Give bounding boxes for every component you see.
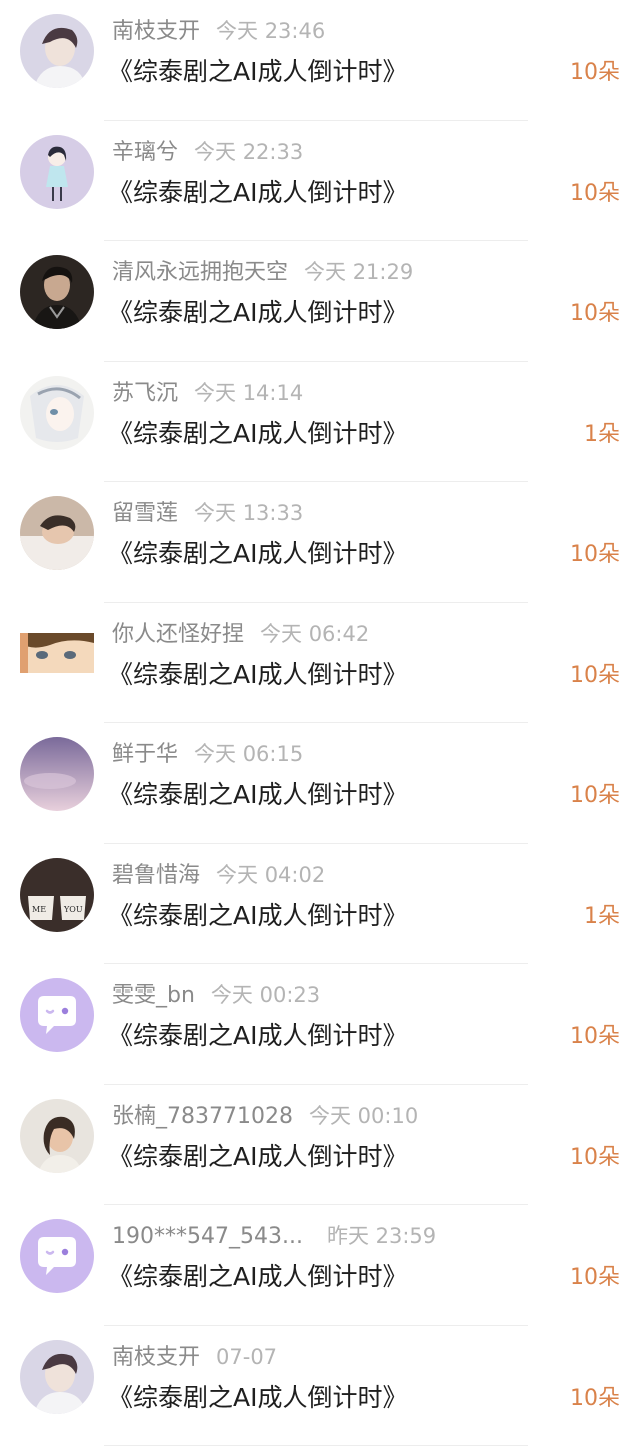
book-title[interactable]: 《综泰剧之AI成人倒计时》 — [108, 54, 407, 90]
timestamp: 今天 06:15 — [194, 742, 303, 766]
list-item[interactable]: 190***547_543... 昨天 23:59 《综泰剧之AI成人倒计时》 1… — [0, 1205, 640, 1326]
timestamp: 今天 22:33 — [194, 140, 303, 164]
gift-count: 10朵 — [570, 177, 620, 211]
user-name[interactable]: 南枝支开 — [112, 1345, 200, 1370]
timestamp: 今天 14:14 — [194, 381, 303, 405]
user-name[interactable]: 190***547_543... — [112, 1224, 303, 1249]
timestamp: 今天 23:46 — [216, 19, 325, 43]
anime-eyes-avatar-icon — [20, 633, 94, 673]
list-item[interactable]: 辛璃兮今天 22:33 《综泰剧之AI成人倒计时》 10朵 — [0, 121, 640, 242]
list-item[interactable]: 苏飞沉今天 14:14 《综泰剧之AI成人倒计时》 1朵 — [0, 362, 640, 483]
book-title[interactable]: 《综泰剧之AI成人倒计时》 — [108, 175, 407, 211]
book-title[interactable]: 《综泰剧之AI成人倒计时》 — [108, 898, 407, 934]
gift-count: 10朵 — [570, 1141, 620, 1175]
timestamp: 今天 00:23 — [211, 983, 320, 1007]
user-name[interactable]: 鲜于华 — [112, 742, 178, 767]
list-item[interactable]: 留雪莲今天 13:33 《综泰剧之AI成人倒计时》 10朵 — [0, 482, 640, 603]
avatar[interactable] — [20, 633, 94, 673]
chat-bubble-avatar-icon — [20, 978, 94, 1052]
user-name[interactable]: 南枝支开 — [112, 19, 200, 44]
user-name[interactable]: 辛璃兮 — [112, 140, 178, 165]
svg-text:ME: ME — [32, 905, 46, 914]
purple-sky-avatar-icon — [20, 737, 94, 811]
gift-count: 10朵 — [570, 297, 620, 331]
avatar[interactable]: ME YOU — [20, 858, 94, 932]
book-title[interactable]: 《综泰剧之AI成人倒计时》 — [108, 295, 407, 331]
avatar[interactable] — [20, 1219, 94, 1293]
timestamp: 今天 21:29 — [304, 260, 413, 284]
avatar[interactable] — [20, 1340, 94, 1414]
gift-count: 10朵 — [570, 538, 620, 572]
avatar[interactable] — [20, 135, 94, 209]
portrait-man-avatar-icon — [20, 1340, 94, 1414]
user-name[interactable]: 雯雯_bn — [112, 983, 195, 1008]
portrait-girl-avatar-icon — [20, 1099, 94, 1173]
portrait-lying-avatar-icon — [20, 496, 94, 570]
gift-count: 10朵 — [570, 779, 620, 813]
list-item[interactable]: 南枝支开 07-07 《综泰剧之AI成人倒计时》 10朵 — [0, 1326, 640, 1446]
book-title[interactable]: 《综泰剧之AI成人倒计时》 — [108, 536, 407, 572]
gift-count: 10朵 — [570, 1020, 620, 1054]
timestamp: 07-07 — [216, 1345, 277, 1369]
me-you-cups-avatar-icon: ME YOU — [20, 858, 94, 932]
list-item[interactable]: ME YOU 碧鲁惜海今天 04:02 《综泰剧之AI成人倒计时》 1朵 — [0, 844, 640, 965]
book-title[interactable]: 《综泰剧之AI成人倒计时》 — [108, 1259, 407, 1295]
user-name[interactable]: 留雪莲 — [112, 501, 178, 526]
timestamp: 今天 13:33 — [194, 501, 303, 525]
svg-text:YOU: YOU — [63, 905, 83, 914]
book-title[interactable]: 《综泰剧之AI成人倒计时》 — [108, 1139, 407, 1175]
user-name[interactable]: 张楠_783771028 — [112, 1104, 293, 1129]
user-name[interactable]: 你人还怪好捏 — [112, 622, 244, 647]
gift-count: 1朵 — [584, 900, 620, 934]
gift-count: 1朵 — [584, 418, 620, 452]
avatar[interactable] — [20, 978, 94, 1052]
timestamp: 今天 04:02 — [216, 863, 325, 887]
list-item[interactable]: 清风永远拥抱天空今天 21:29 《综泰剧之AI成人倒计时》 10朵 — [0, 241, 640, 362]
avatar[interactable] — [20, 1099, 94, 1173]
anime-character-avatar-icon — [20, 376, 94, 450]
gift-count: 10朵 — [570, 1261, 620, 1295]
user-name[interactable]: 苏飞沉 — [112, 381, 178, 406]
timestamp: 昨天 23:59 — [327, 1224, 436, 1248]
gift-count: 10朵 — [570, 659, 620, 693]
gift-comment-list: 南枝支开今天 23:46 《综泰剧之AI成人倒计时》 10朵 辛璃兮今天 22:… — [0, 0, 640, 1446]
avatar[interactable] — [20, 376, 94, 450]
gift-count: 10朵 — [570, 56, 620, 90]
list-item[interactable]: 南枝支开今天 23:46 《综泰剧之AI成人倒计时》 10朵 — [0, 0, 640, 121]
timestamp: 今天 06:42 — [260, 622, 369, 646]
gift-count: 10朵 — [570, 1382, 620, 1416]
book-title[interactable]: 《综泰剧之AI成人倒计时》 — [108, 657, 407, 693]
avatar[interactable] — [20, 737, 94, 811]
list-item[interactable]: 鲜于华今天 06:15 《综泰剧之AI成人倒计时》 10朵 — [0, 723, 640, 844]
cartoon-girl-avatar-icon — [20, 135, 94, 209]
user-name[interactable]: 碧鲁惜海 — [112, 863, 200, 888]
book-title[interactable]: 《综泰剧之AI成人倒计时》 — [108, 416, 407, 452]
list-item[interactable]: 张楠_783771028 今天 00:10 《综泰剧之AI成人倒计时》 10朵 — [0, 1085, 640, 1206]
timestamp: 今天 00:10 — [309, 1104, 418, 1128]
list-item[interactable]: 雯雯_bn 今天 00:23 《综泰剧之AI成人倒计时》 10朵 — [0, 964, 640, 1085]
avatar[interactable] — [20, 496, 94, 570]
user-name[interactable]: 清风永远拥抱天空 — [112, 260, 288, 285]
list-item[interactable]: 你人还怪好捏今天 06:42 《综泰剧之AI成人倒计时》 10朵 — [0, 603, 640, 724]
portrait-man-dark-avatar-icon — [20, 255, 94, 329]
book-title[interactable]: 《综泰剧之AI成人倒计时》 — [108, 1380, 407, 1416]
chat-bubble-avatar-icon — [20, 1219, 94, 1293]
portrait-man-avatar-icon — [20, 14, 94, 88]
book-title[interactable]: 《综泰剧之AI成人倒计时》 — [108, 777, 407, 813]
avatar[interactable] — [20, 14, 94, 88]
book-title[interactable]: 《综泰剧之AI成人倒计时》 — [108, 1018, 407, 1054]
avatar[interactable] — [20, 255, 94, 329]
